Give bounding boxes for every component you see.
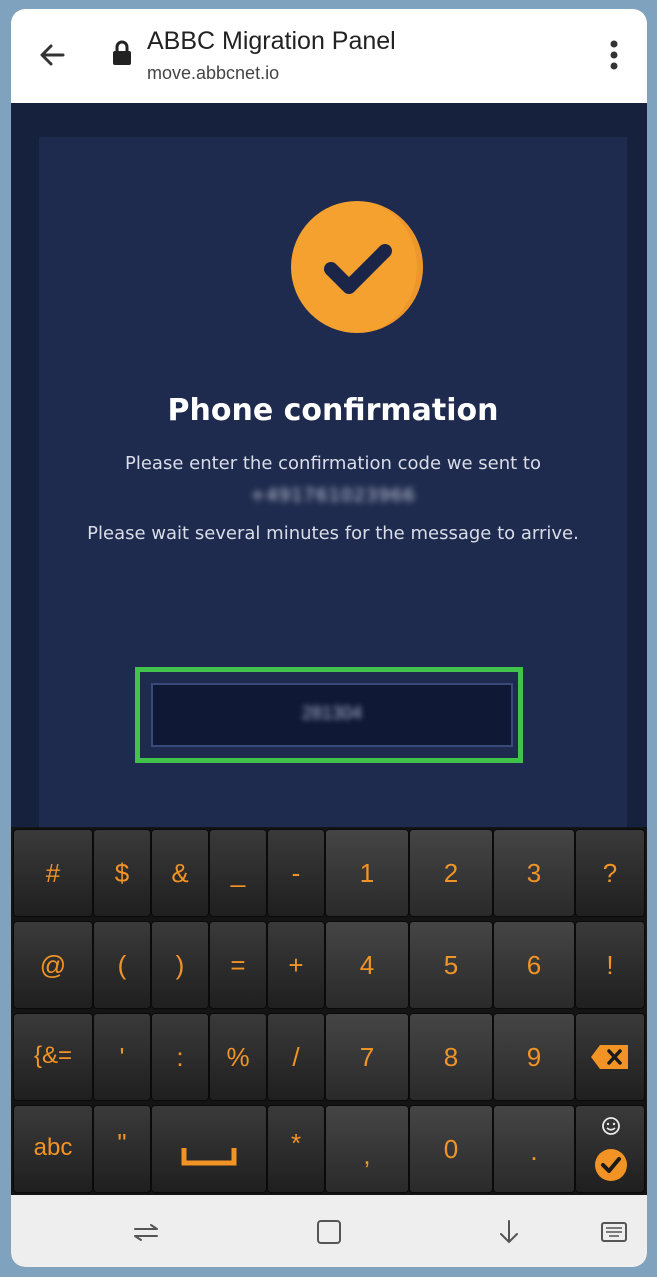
key[interactable]: 9 <box>493 1013 575 1101</box>
key[interactable]: = <box>209 921 267 1009</box>
key[interactable]: # <box>13 829 93 917</box>
key[interactable]: 0 <box>409 1105 493 1193</box>
key[interactable]: 4 <box>325 921 409 1009</box>
key[interactable]: + <box>267 921 325 1009</box>
page-title: ABBC Migration Panel <box>147 27 396 55</box>
key[interactable]: , <box>325 1105 409 1193</box>
key[interactable]: ! <box>575 921 645 1009</box>
phone-screen: ABBC Migration Panel move.abbcnet.io Pho… <box>11 9 647 1267</box>
key[interactable]: - <box>267 829 325 917</box>
system-nav-bar <box>11 1195 647 1267</box>
key[interactable]: 7 <box>325 1013 409 1101</box>
key[interactable]: : <box>151 1013 209 1101</box>
url-text[interactable]: move.abbcnet.io <box>147 63 279 84</box>
key[interactable]: * <box>267 1105 325 1193</box>
key[interactable]: abc <box>13 1105 93 1193</box>
key[interactable]: {&= <box>13 1013 93 1101</box>
confirmation-card: Phone confirmation Please enter the conf… <box>39 137 627 837</box>
key[interactable]: ) <box>151 921 209 1009</box>
check-circle-icon <box>291 201 423 333</box>
key[interactable]: . <box>493 1105 575 1193</box>
browser-toolbar: ABBC Migration Panel move.abbcnet.io <box>11 9 647 103</box>
confirmation-code-value: 281304 <box>301 703 363 723</box>
key[interactable]: % <box>209 1013 267 1101</box>
arrow-left-icon[interactable] <box>33 35 73 75</box>
key[interactable]: / <box>267 1013 325 1101</box>
key[interactable]: " <box>93 1105 151 1193</box>
check-icon <box>595 1149 627 1181</box>
hide-keyboard-icon[interactable] <box>494 1217 524 1247</box>
phone-number: +491761023966 <box>250 485 416 506</box>
more-vert-icon[interactable] <box>599 35 629 75</box>
heading: Phone confirmation <box>167 393 499 428</box>
backspace-icon <box>591 1045 628 1069</box>
key[interactable]: _ <box>209 829 267 917</box>
key[interactable]: 2 <box>409 829 493 917</box>
keyboard: # $ & _ - 1 2 3 ? @ ( ) = + 4 5 6 ! {&= … <box>11 827 647 1195</box>
backspace-key[interactable] <box>575 1013 645 1101</box>
home-icon[interactable] <box>314 1217 344 1247</box>
recent-apps-icon[interactable] <box>131 1217 161 1247</box>
key[interactable]: 5 <box>409 921 493 1009</box>
wait-note: Please wait several minutes for the mess… <box>87 523 579 544</box>
emoji-icon <box>602 1117 620 1135</box>
confirmation-code-input[interactable]: 281304 <box>151 683 513 747</box>
key[interactable]: $ <box>93 829 151 917</box>
space-bar-icon <box>181 1148 237 1166</box>
key[interactable]: 1 <box>325 829 409 917</box>
web-page: Phone confirmation Please enter the conf… <box>11 103 647 837</box>
key[interactable]: & <box>151 829 209 917</box>
key[interactable]: ( <box>93 921 151 1009</box>
key[interactable]: ? <box>575 829 645 917</box>
key[interactable]: 8 <box>409 1013 493 1101</box>
keyboard-icon[interactable] <box>599 1217 629 1247</box>
instruction-text: Please enter the confirmation code we se… <box>125 453 541 474</box>
lock-icon <box>113 40 131 65</box>
key[interactable]: ' <box>93 1013 151 1101</box>
key[interactable]: 6 <box>493 921 575 1009</box>
key[interactable]: @ <box>13 921 93 1009</box>
space-key[interactable] <box>151 1105 267 1193</box>
key[interactable]: 3 <box>493 829 575 917</box>
done-key[interactable] <box>575 1105 645 1193</box>
